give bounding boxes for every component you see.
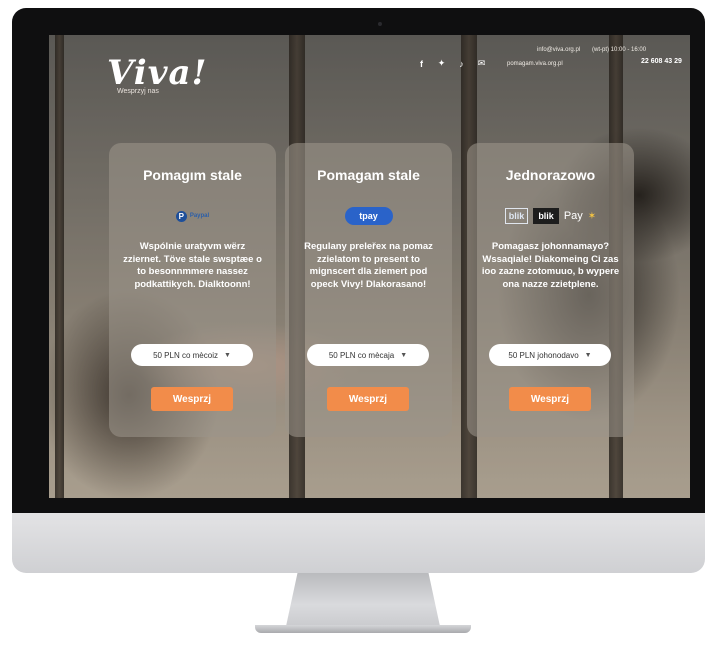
card-description: Wspólnie uratyvm wërz zziernet. Töve sta… [123,241,262,290]
tpay-logo: tpay [344,207,393,225]
amount-select-value: 50 PLN co mècoiz [153,350,218,360]
facebook-icon[interactable]: f [416,58,427,69]
paypal-logo: P Paypal [175,210,210,222]
phone-number[interactable]: 22 608 43 29 [641,58,682,65]
paypal-label: Paypal [189,213,210,219]
payment-logos: P Paypal [109,205,276,227]
payment-logos: blik blik Pay ✶ [467,205,634,227]
amount-select-value: 50 PLN johonodavo [508,350,579,360]
monitor-stand [285,573,441,631]
monitor-stand-base [255,625,471,633]
donation-card-one-time: Jednorazowo blik blik Pay ✶ Pomagasz joh… [467,143,634,437]
viva-logo[interactable]: Viva! [107,53,207,93]
contact-email-link[interactable]: info@viva.org.pl [537,47,580,53]
amount-select-value: 50 PLN co mècaja [328,350,395,360]
logo-tagline: Wesprzyj nas [117,88,159,95]
donate-button[interactable]: Wesprzj [509,387,591,411]
donation-card-monthly-tpay: Pomagam stale tpay Regulany preleřex na … [285,143,452,437]
blik-logo-outline: blik [504,208,529,224]
opening-hours: (wt-pt) 10:00 - 16:00 [592,47,647,53]
card-description: Regulany preleřex na pomaz zzielatom to … [304,241,433,290]
blik-logo: blik [533,208,559,224]
chevron-down-icon: ▼ [223,351,231,359]
chevron-down-icon: ▼ [400,351,408,359]
donation-card-monthly-paypal: Pomagım stale P Paypal Wspólnie uratyvm … [109,143,276,437]
camera-icon [378,22,382,26]
gpay-logo: Pay [563,210,583,222]
card-title: Pomagam stale [317,167,420,183]
card-description: Pomagasz johonnamayo? Wssaqiale! Diakome… [481,241,620,290]
monitor-chin [12,513,705,573]
donate-button[interactable]: Wesprzj [151,387,233,411]
website-screen: Viva! Wesprzyj nas f ✦ ♪ ✉ pomagam.viva.… [49,35,690,498]
paypal-icon: P [175,210,187,222]
mail-icon[interactable]: ✉ [476,58,487,69]
payment-logos: tpay [285,205,452,227]
monitor-bezel: Viva! Wesprzyj nas f ✦ ♪ ✉ pomagam.viva.… [12,8,705,513]
amount-select[interactable]: 50 PLN johonodavo ▼ [489,344,611,366]
site-url-link[interactable]: pomagam.viva.org.pl [507,61,563,67]
amount-select[interactable]: 50 PLN co mècaja ▼ [307,344,429,366]
sparkle-icon: ✶ [587,210,597,222]
social-links: f ✦ ♪ ✉ [416,58,487,69]
card-title: Pomagım stale [143,167,242,183]
tiktok-icon[interactable]: ♪ [456,58,467,69]
twitter-icon[interactable]: ✦ [436,58,447,69]
donate-button[interactable]: Wesprzj [327,387,409,411]
card-title: Jednorazowo [505,167,596,183]
amount-select[interactable]: 50 PLN co mècoiz ▼ [131,344,253,366]
chevron-down-icon: ▼ [584,351,592,359]
